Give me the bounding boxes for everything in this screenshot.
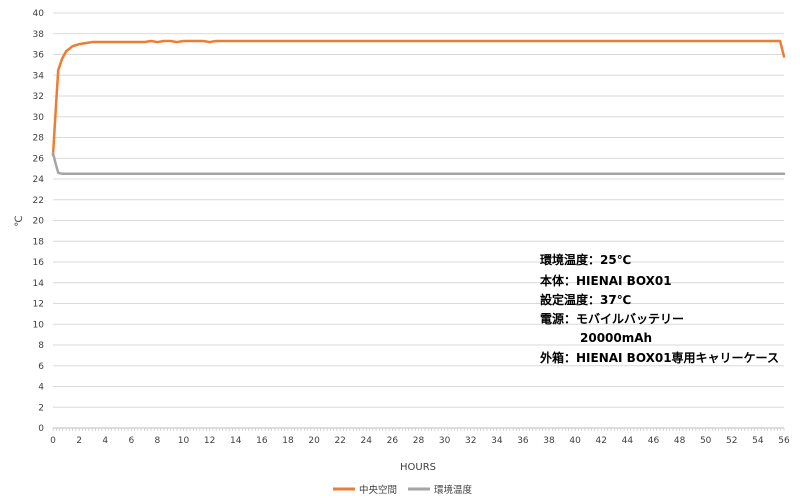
x-tick-label-28: 28 bbox=[413, 436, 425, 446]
x-tick-label-0: 0 bbox=[50, 436, 56, 446]
series-lines bbox=[51, 39, 786, 176]
x-tick-label-40: 40 bbox=[569, 436, 581, 446]
y-tick-label-0: 0 bbox=[38, 424, 44, 434]
annotation-box: 環境温度：25℃ 本体：HIENAI BOX01 設定温度：37℃ 電源：モバイ… bbox=[540, 252, 779, 365]
x-tick-label-2: 2 bbox=[76, 436, 82, 446]
x-tick-label-22: 22 bbox=[334, 436, 345, 446]
y-tick-label-30: 30 bbox=[33, 113, 45, 123]
y-tick-label-16: 16 bbox=[33, 258, 45, 268]
x-tick-label-54: 54 bbox=[752, 436, 764, 446]
legend-label-ambient-temp: 環境温度 bbox=[434, 484, 473, 496]
y-tick-label-18: 18 bbox=[33, 237, 45, 247]
x-tick-label-4: 4 bbox=[102, 436, 108, 446]
x-tick-label-6: 6 bbox=[128, 436, 134, 446]
x-tick-label-20: 20 bbox=[308, 436, 320, 446]
y-tick-label-10: 10 bbox=[33, 320, 45, 330]
annotation-power-source: 電源：モバイルバッテリー bbox=[540, 311, 684, 326]
x-tick-label-38: 38 bbox=[543, 436, 555, 446]
x-tick-label-46: 46 bbox=[648, 436, 660, 446]
x-tick-label-48: 48 bbox=[674, 436, 686, 446]
y-tick-label-20: 20 bbox=[33, 217, 45, 227]
x-tick-label-56: 56 bbox=[778, 436, 790, 446]
x-tick-label-36: 36 bbox=[517, 436, 529, 446]
x-tick-label-16: 16 bbox=[256, 436, 268, 446]
series-line-1 bbox=[51, 151, 786, 176]
series-line-0 bbox=[51, 39, 786, 157]
y-tick-label-34: 34 bbox=[33, 71, 45, 81]
annotation-set-temp: 設定温度：37℃ bbox=[540, 292, 631, 307]
x-tick-label-42: 42 bbox=[596, 436, 607, 446]
y-tick-label-28: 28 bbox=[33, 134, 45, 144]
legend: 中央空間 環境温度 bbox=[333, 484, 473, 496]
annotation-battery-capacity: 20000mAh bbox=[580, 331, 652, 345]
y-tick-labels: 0246810121416182022242628303234363840 bbox=[33, 9, 45, 434]
x-tick-labels: 0 2 4 6 8 10 12 14 16 18 20 22 24 26 28 30 32 34 36 38 40 42 4… bbox=[50, 436, 790, 446]
annotation-unit-body: 本体：HIENAI BOX01 bbox=[540, 273, 672, 288]
y-tick-label-12: 12 bbox=[33, 300, 44, 310]
x-tick-label-34: 34 bbox=[491, 436, 503, 446]
y-tick-label-38: 38 bbox=[33, 30, 45, 40]
x-tick-label-50: 50 bbox=[700, 436, 712, 446]
y-tick-label-40: 40 bbox=[33, 9, 45, 19]
x-tick-label-52: 52 bbox=[726, 436, 737, 446]
y-tick-label-4: 4 bbox=[38, 383, 44, 393]
y-tick-label-32: 32 bbox=[33, 92, 44, 102]
x-tick-label-12: 12 bbox=[204, 436, 215, 446]
x-axis-title: HOURS bbox=[400, 462, 436, 473]
annotation-outer-case: 外箱：HIENAI BOX01専用キャリーケース bbox=[540, 350, 779, 365]
y-tick-label-6: 6 bbox=[38, 362, 44, 372]
y-tick-label-36: 36 bbox=[33, 51, 45, 61]
gridlines bbox=[53, 12, 784, 408]
x-tick-label-18: 18 bbox=[282, 436, 294, 446]
y-tick-label-2: 2 bbox=[38, 403, 44, 413]
x-tick-label-30: 30 bbox=[439, 436, 451, 446]
y-tick-label-24: 24 bbox=[33, 175, 45, 185]
x-tick-label-24: 24 bbox=[361, 436, 373, 446]
y-tick-label-26: 26 bbox=[33, 154, 45, 164]
x-tick-label-32: 32 bbox=[465, 436, 476, 446]
x-tick-label-26: 26 bbox=[387, 436, 399, 446]
x-tick-label-8: 8 bbox=[155, 436, 161, 446]
y-tick-label-14: 14 bbox=[33, 279, 45, 289]
x-tick-label-10: 10 bbox=[178, 436, 190, 446]
y-tick-label-8: 8 bbox=[38, 341, 44, 351]
line-chart: 0246810121416182022242628303234363840 02… bbox=[14, 9, 790, 496]
x-tick-label-44: 44 bbox=[622, 436, 634, 446]
y-tick-label-22: 22 bbox=[33, 196, 44, 206]
legend-label-center-space: 中央空間 bbox=[359, 484, 397, 496]
y-axis-title: ℃ bbox=[14, 215, 25, 226]
x-tick-label-14: 14 bbox=[230, 436, 242, 446]
annotation-ambient-temp: 環境温度：25℃ bbox=[540, 252, 631, 267]
